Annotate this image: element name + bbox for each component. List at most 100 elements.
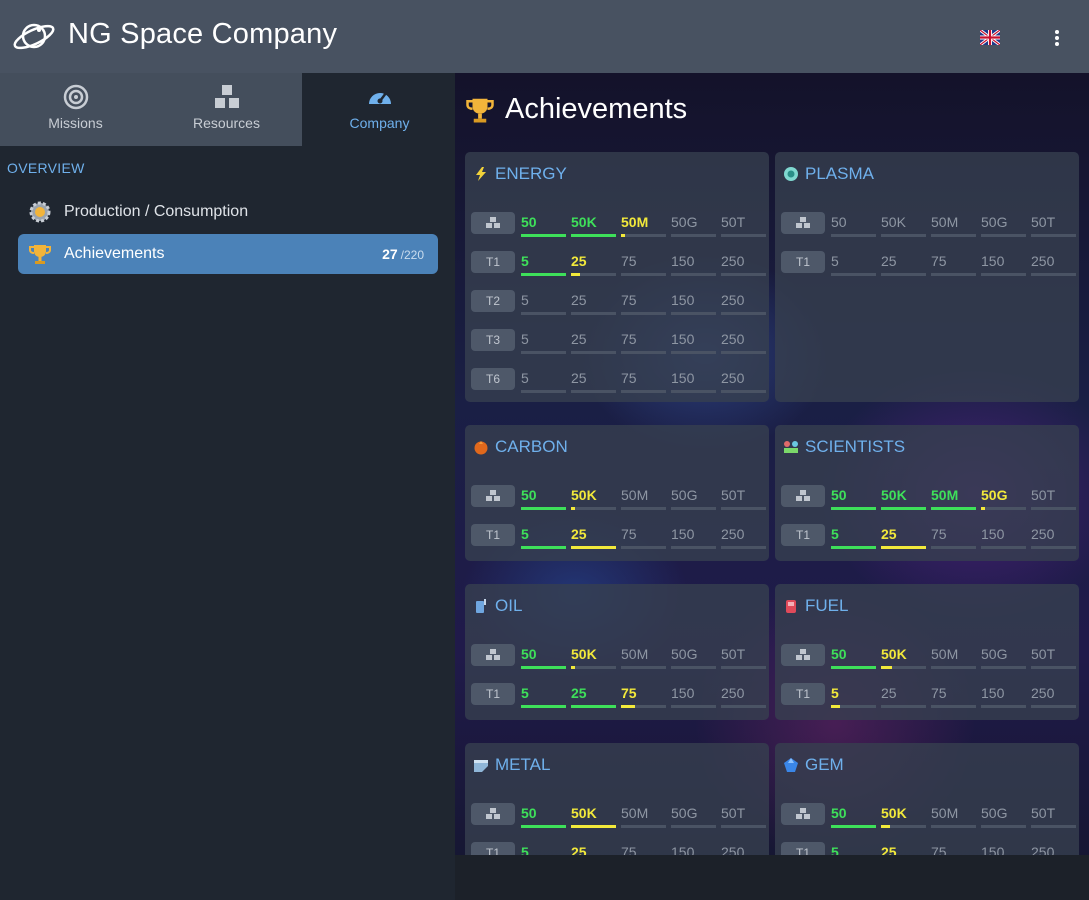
tier-badge: T1 [781,683,825,705]
achievement-card-plasma: PLASMA 50 50K 50M 50G 50T T1 5 25 75 150 250 [775,152,1079,402]
progress-track [721,507,766,510]
app-header: NG Space Company [0,0,1089,73]
achievement-threshold: 25 [571,292,616,315]
achievement-threshold: 50M [621,487,666,510]
progress-fill [571,507,575,510]
tab-bar: Missions Resources Company [0,73,455,146]
achievement-threshold: 150 [981,685,1026,708]
achievement-threshold: 25 [881,685,926,708]
achievement-threshold: 150 [671,331,716,354]
plasma-icon [784,167,798,181]
achievement-threshold: 250 [721,685,766,708]
tab-company[interactable]: Company [304,73,455,146]
progress-fill [831,666,876,669]
boxes-icon [796,490,810,501]
trophy-icon [466,98,494,122]
tier-badge [471,803,515,825]
achievement-threshold: 50G [671,805,716,828]
achievement-threshold: 75 [621,685,666,708]
card-title: METAL [473,755,550,775]
achievement-row: T3 5 25 75 150 250 [471,327,766,357]
tab-label: Resources [193,115,260,131]
more-menu-icon[interactable] [1048,26,1066,50]
planet-logo-icon [13,23,55,50]
card-title: CARBON [473,437,568,457]
progress-track [571,666,616,669]
achievement-threshold: 150 [671,370,716,393]
achievement-threshold: 250 [721,331,766,354]
progress-track [671,312,716,315]
progress-track [1031,234,1076,237]
achievement-threshold: 50 [831,646,876,669]
metal-icon [474,760,488,772]
uk-flag-icon[interactable] [980,30,1000,45]
progress-fill [571,825,616,828]
achievement-row: 50 50K 50M 50G 50T [781,210,1076,240]
progress-fill [831,825,876,828]
tier-badge [471,644,515,666]
target-icon [63,84,88,110]
achievement-threshold: 50T [1031,646,1076,669]
progress-track [931,234,976,237]
achievement-threshold: 50G [981,214,1026,237]
progress-fill [621,234,625,237]
achievement-threshold: 5 [521,526,566,549]
achievement-card-fuel: FUEL 50 50K 50M 50G 50T T1 5 25 75 150 250 [775,584,1079,720]
card-title-text: PLASMA [805,164,874,183]
achievement-threshold: 50K [571,487,616,510]
boxes-icon [486,649,500,660]
card-title: OIL [473,596,522,616]
achievement-threshold: 50M [621,214,666,237]
tab-missions[interactable]: Missions [0,73,151,146]
progress-track [671,234,716,237]
progress-track [981,705,1026,708]
achievement-threshold: 50K [881,805,926,828]
tier-badge: T1 [471,683,515,705]
card-title: SCIENTISTS [783,437,905,457]
progress-track [621,351,666,354]
achievement-threshold: 50K [571,214,616,237]
progress-track [831,273,876,276]
achievement-threshold: 50K [881,214,926,237]
achievement-threshold: 250 [1031,526,1076,549]
progress-fill [521,546,566,549]
achievement-threshold: 75 [621,292,666,315]
achievement-card-energy: ENERGY 50 50K 50M 50G 50T T1 5 25 75 150 250 T2 5 25 75… [465,152,769,402]
tier-badge: T1 [781,524,825,546]
fuel-icon [786,600,796,613]
achievement-threshold: 250 [721,370,766,393]
tier-badge: T3 [471,329,515,351]
achievement-threshold: 5 [521,253,566,276]
progress-track [721,390,766,393]
progress-fill [571,234,616,237]
progress-track [931,546,976,549]
achievement-threshold: 5 [521,685,566,708]
achievement-threshold: 50G [981,487,1026,510]
card-title-text: GEM [805,755,844,774]
achievement-threshold: 75 [621,253,666,276]
progress-fill [521,507,566,510]
progress-track [981,273,1026,276]
achievement-card-oil: OIL 50 50K 50M 50G 50T T1 5 25 75 150 250 [465,584,769,720]
progress-track [981,825,1026,828]
progress-track [831,234,876,237]
tier-badge: T1 [471,251,515,273]
card-title: GEM [783,755,844,775]
progress-track [621,234,666,237]
achievement-threshold: 50K [881,487,926,510]
sidebar-item-label: Achievements [64,245,165,262]
achievement-threshold: 50T [1031,487,1076,510]
page-title-text: Achievements [505,93,688,125]
achievement-threshold: 250 [721,526,766,549]
tab-resources[interactable]: Resources [151,73,302,146]
progress-track [671,351,716,354]
bottom-shade [455,855,1089,900]
achievement-row: T1 5 25 75 150 250 [471,522,766,552]
sidebar-item-production[interactable]: Production / Consumption [18,192,438,232]
sidebar-item-achievements[interactable]: Achievements 27/220 [18,234,438,274]
tier-badge [781,485,825,507]
tier-badge: T2 [471,290,515,312]
progress-track [671,507,716,510]
progress-track [571,507,616,510]
achievement-threshold: 25 [881,253,926,276]
